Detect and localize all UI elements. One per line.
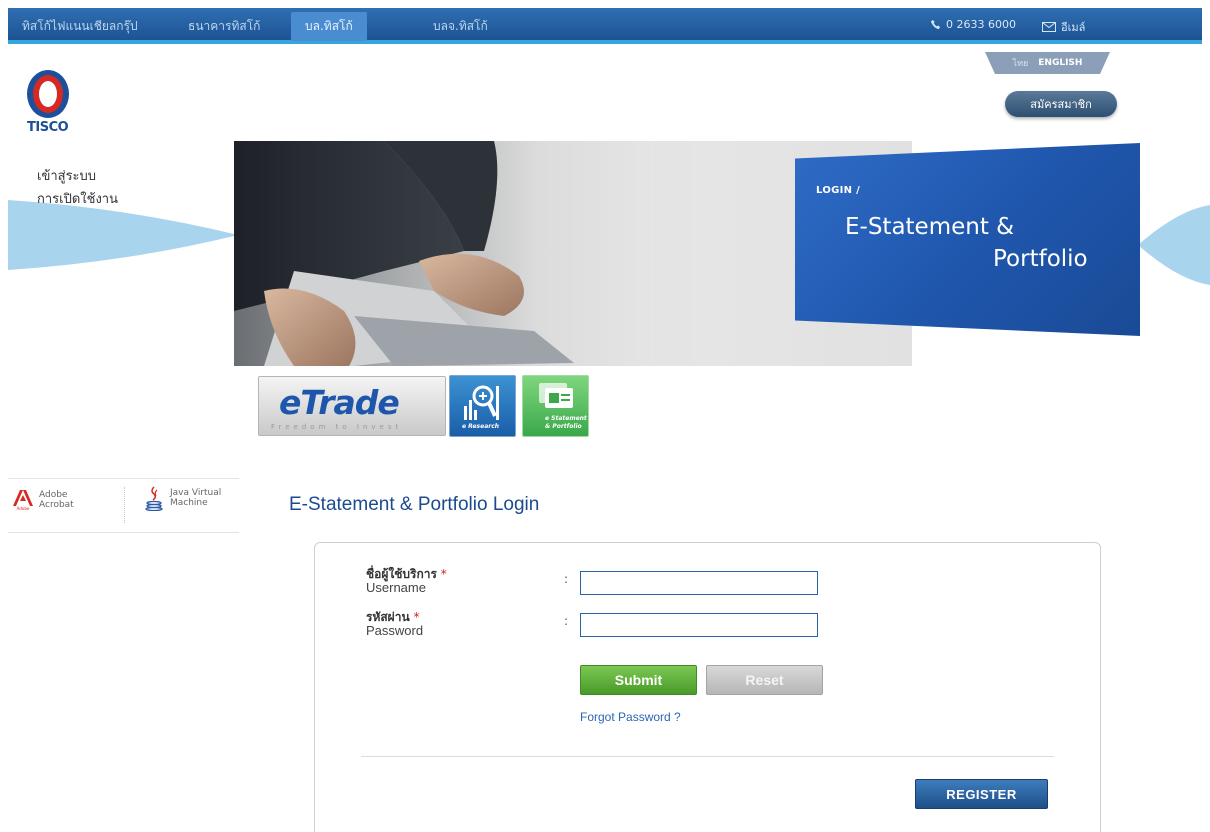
register-member-button[interactable]: สมัครสมาชิก [1005, 91, 1117, 117]
software-divider [124, 487, 125, 523]
email-label: อีเมล์ [1061, 21, 1086, 34]
username-label-thai: ชื่อผู้ใช้บริการ [366, 567, 437, 581]
language-english[interactable]: ENGLISH [1038, 58, 1082, 68]
form-separator [361, 756, 1054, 757]
password-label-english: Password [366, 623, 424, 638]
eresearch-label: e Research [462, 423, 500, 430]
estatement-label-line2: & Portfolio [545, 423, 582, 430]
username-colon: : [564, 572, 569, 586]
banner-title-line2: Portfolio [993, 246, 1088, 272]
banner-breadcrumb: LOGIN / [816, 185, 861, 196]
svg-text:Adobe: Adobe [17, 506, 30, 511]
submit-button[interactable]: Submit [580, 665, 697, 695]
username-label-english: Username [366, 580, 426, 595]
password-input[interactable] [580, 613, 818, 637]
language-thai[interactable]: ไทย [1013, 56, 1029, 70]
language-switch: ไทย ENGLISH [985, 52, 1110, 74]
etrade-title: eTrade [279, 383, 400, 422]
password-required-mark: * [413, 610, 420, 624]
page: ทิสโก้ไฟแนนเชียลกรุ๊ป ธนาคารทิสโก้ บล.ทิ… [0, 0, 1210, 832]
top-nav-bar: ทิสโก้ไฟแนนเชียลกรุ๊ป ธนาคารทิสโก้ บล.ทิ… [8, 8, 1202, 44]
side-menu-login[interactable]: เข้าสู่ระบบ [37, 165, 118, 188]
login-heading: E-Statement & Portfolio Login [289, 494, 540, 515]
java-icon [145, 486, 163, 511]
nav-item-tisco-financial-group[interactable]: ทิสโก้ไฟแนนเชียลกรุ๊ป [22, 17, 138, 36]
right-decorative-swoosh [1138, 205, 1210, 285]
nav-item-tisco-securities[interactable]: บล.ทิสโก้ [291, 12, 367, 41]
banner-title-line1: E-Statement & [845, 214, 1015, 240]
envelope-icon [1042, 22, 1056, 32]
email-contact[interactable]: อีเมล์ [1042, 18, 1085, 36]
software-downloads: Adobe Adobe Acrobat Java Virtual Machine [8, 478, 239, 533]
phone-icon [930, 19, 941, 30]
username-required-mark: * [440, 567, 447, 581]
nav-item-tisco-bank[interactable]: ธนาคารทิสโก้ [188, 17, 260, 36]
java-virtual-machine-label: Java Virtual Machine [170, 488, 222, 508]
tisco-logo-text: TISCO [27, 120, 69, 135]
password-label-thai: รหัสผ่าน [366, 610, 410, 624]
estatement-label-line1: e Statement [545, 415, 587, 422]
password-label: รหัสผ่าน * Password [366, 611, 423, 638]
etrade-tile[interactable]: eTrade Freedom to Invest [258, 376, 446, 436]
forgot-password-link[interactable]: Forgot Password ? [580, 710, 681, 724]
password-colon: : [564, 614, 569, 628]
eresearch-tile[interactable]: e Research [449, 375, 516, 437]
username-input[interactable] [580, 571, 818, 595]
side-menu-activation[interactable]: การเปิดใช้งาน [37, 188, 118, 211]
side-menu-title: เข้าสู่ระบบ การเปิดใช้งาน [37, 165, 118, 211]
adobe-icon: Adobe [13, 489, 33, 511]
username-label: ชื่อผู้ใช้บริการ * Username [366, 568, 447, 595]
adobe-acrobat-label: Adobe Acrobat [39, 490, 74, 510]
reset-button[interactable]: Reset [706, 665, 823, 695]
java-virtual-machine-link[interactable]: Java Virtual Machine [144, 485, 221, 511]
adobe-acrobat-link[interactable]: Adobe Adobe Acrobat [13, 489, 74, 511]
etrade-subtitle: Freedom to Invest [271, 423, 403, 431]
register-button[interactable]: REGISTER [915, 779, 1048, 809]
phone-number: 0 2633 6000 [946, 18, 1016, 31]
estatement-tile[interactable]: e Statement & Portfolio [522, 375, 589, 437]
nav-item-tisco-asset-management[interactable]: บลจ.ทิสโก้ [433, 17, 488, 36]
phone-contact[interactable]: 0 2633 6000 [930, 18, 1016, 31]
